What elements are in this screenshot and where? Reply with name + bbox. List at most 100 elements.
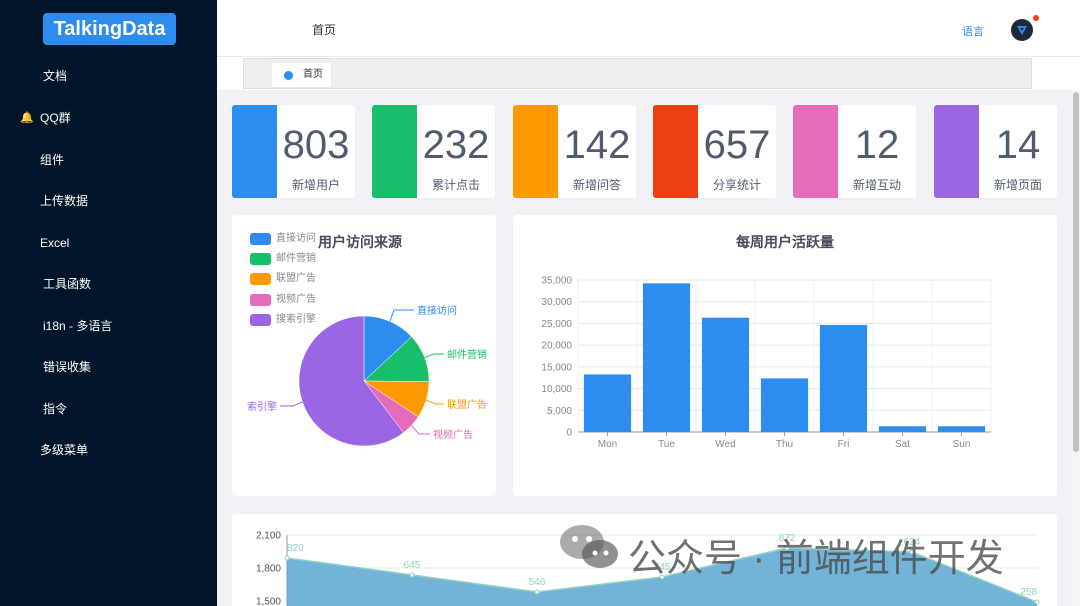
stat-card-users: 803 新增用户 xyxy=(232,105,355,198)
sidebar-item-label: 错误收集 xyxy=(43,360,92,374)
sidebar-item-label: QQ群 xyxy=(40,111,71,125)
pie-slice xyxy=(363,380,430,418)
pie-slice xyxy=(363,380,419,433)
x-tick-label: Wed xyxy=(715,439,735,450)
y-tick-label: 20,000 xyxy=(541,341,572,352)
card-color-bar xyxy=(653,105,698,198)
area-data-label: 258 xyxy=(1020,587,1037,598)
legend-swatch xyxy=(250,233,271,245)
y-tick-label: 30,000 xyxy=(541,297,572,308)
pie-callout-line xyxy=(424,353,444,359)
x-tick-label: Sat xyxy=(895,439,910,450)
y-tick-label: 15,000 xyxy=(541,362,572,373)
legend-swatch xyxy=(250,273,271,285)
stat-card-clicks: 232 累计点击 xyxy=(372,105,495,198)
tag-bar-track: 首页 xyxy=(243,58,1032,89)
area-data-label: 820 xyxy=(287,543,304,554)
pie-callout-line xyxy=(389,309,414,322)
watermark: 公众号 · 前端组件开发 xyxy=(556,522,1046,580)
sidebar-item-errors[interactable]: 错误收集 xyxy=(0,347,217,387)
card-value: 12 xyxy=(854,123,900,167)
sidebar-item-qq[interactable]: 🔔 QQ群 xyxy=(0,98,217,138)
sidebar-item-multimenu[interactable]: 多级菜单 xyxy=(0,430,217,470)
stat-card-qa: 142 新增问答 xyxy=(513,105,636,198)
sidebar-item-label: 指令 xyxy=(43,402,68,416)
pie-callout-line xyxy=(425,399,444,405)
pie-chart-title: 用户访问来源 xyxy=(318,234,402,250)
y-tick-label: 1,800 xyxy=(256,564,281,575)
notification-dot xyxy=(1033,15,1039,21)
pie-slice xyxy=(363,315,412,382)
sidebar-item-label: 文档 xyxy=(43,69,68,83)
sidebar-item-excel[interactable]: Excel xyxy=(0,223,217,263)
x-tick-label: Sun xyxy=(953,439,971,450)
x-tick-label: Tue xyxy=(658,439,675,450)
card-label: 分享统计 xyxy=(712,178,761,192)
sidebar-item-docs[interactable]: 文档 xyxy=(0,56,217,96)
stat-card-pages: 14 新增页面 xyxy=(934,105,1057,198)
sidebar-item-label: Excel xyxy=(40,236,70,250)
legend-label: 搜索引擎 xyxy=(276,314,316,325)
wechat-icon xyxy=(560,525,618,568)
card-color-bar xyxy=(513,105,558,198)
sidebar-item-tools[interactable]: 工具函数 xyxy=(0,264,217,304)
tag-home[interactable]: 首页 xyxy=(271,62,332,88)
x-tick-label: Fri xyxy=(838,439,850,450)
card-label: 新增用户 xyxy=(291,178,340,192)
bar-chart: 0 5,000 10,000 15,000 20,000 25,000 30,000 35,0… xyxy=(541,276,992,450)
bar xyxy=(701,317,750,432)
header: 首页 语言 xyxy=(217,0,1080,57)
stat-card-interaction: 12 新增互动 xyxy=(793,105,916,198)
pie-chart-panel: 用户访问来源 直接访问 邮件营销 联盟广告 视频广告 搜索引擎 直接访问 邮件营销… xyxy=(232,215,496,496)
bar xyxy=(819,324,868,432)
legend-swatch xyxy=(250,294,271,306)
pie-callout-label: 索引擎 xyxy=(247,400,277,413)
card-color-bar xyxy=(934,105,979,198)
area-point xyxy=(284,555,290,561)
bell-icon: 🔔 xyxy=(20,112,34,124)
pie-slice xyxy=(363,336,430,382)
tag-label: 首页 xyxy=(303,69,323,80)
sidebar-item-components[interactable]: 组件 xyxy=(0,140,217,180)
card-label: 新增页面 xyxy=(993,178,1042,192)
legend-label: 邮件营销 xyxy=(276,253,316,264)
tag-bar: 首页 xyxy=(217,57,1080,90)
card-label: 累计点击 xyxy=(431,178,480,192)
sidebar: TalkingData 文档 🔔 QQ群 组件 上传数据 Excel 工具函数 i… xyxy=(0,0,217,606)
area-point xyxy=(534,589,540,595)
legend-swatch xyxy=(250,314,271,326)
card-value: 14 xyxy=(995,123,1041,167)
pie-slice xyxy=(298,315,404,447)
sidebar-item-i18n[interactable]: i18n - 多语言 xyxy=(0,306,217,346)
pie-callout-line xyxy=(411,425,430,435)
card-value: 657 xyxy=(703,123,771,167)
sidebar-item-label: 上传数据 xyxy=(40,194,89,208)
x-tick-label: Thu xyxy=(776,439,793,450)
bar xyxy=(878,426,927,432)
talkingdata-logo[interactable]: TalkingData xyxy=(43,13,176,45)
card-label: 新增互动 xyxy=(852,178,901,192)
page-scrollbar[interactable] xyxy=(1072,90,1080,606)
area-point xyxy=(1034,599,1040,605)
pie-callout-label: 视频广告 xyxy=(433,428,473,441)
sidebar-item-label: 组件 xyxy=(40,153,65,167)
language-switch[interactable]: 语言 xyxy=(962,23,984,39)
sidebar-item-directives[interactable]: 指令 xyxy=(0,389,217,429)
legend-label: 视频广告 xyxy=(276,294,316,305)
y-tick-label: 25,000 xyxy=(541,319,572,330)
x-tick-label: Mon xyxy=(598,439,617,450)
pie-chart: 直接访问邮件营销联盟广告视频广告 索引擎 xyxy=(247,304,487,447)
pie-callout-label: 直接访问 xyxy=(417,304,457,317)
card-label: 新增问答 xyxy=(572,178,621,192)
sidebar-item-upload[interactable]: 上传数据 xyxy=(0,181,217,221)
y-tick-label: 2,100 xyxy=(256,531,281,542)
page-title: 首页 xyxy=(312,23,337,37)
scrollbar-thumb[interactable] xyxy=(1073,92,1079,452)
bar xyxy=(937,426,986,432)
pie-callout-label: 联盟广告 xyxy=(447,398,487,411)
sidebar-item-label: i18n - 多语言 xyxy=(43,319,113,333)
legend-label: 联盟广告 xyxy=(276,273,316,284)
avatar[interactable] xyxy=(1011,19,1033,41)
card-value: 142 xyxy=(563,123,631,167)
bar xyxy=(760,378,809,432)
